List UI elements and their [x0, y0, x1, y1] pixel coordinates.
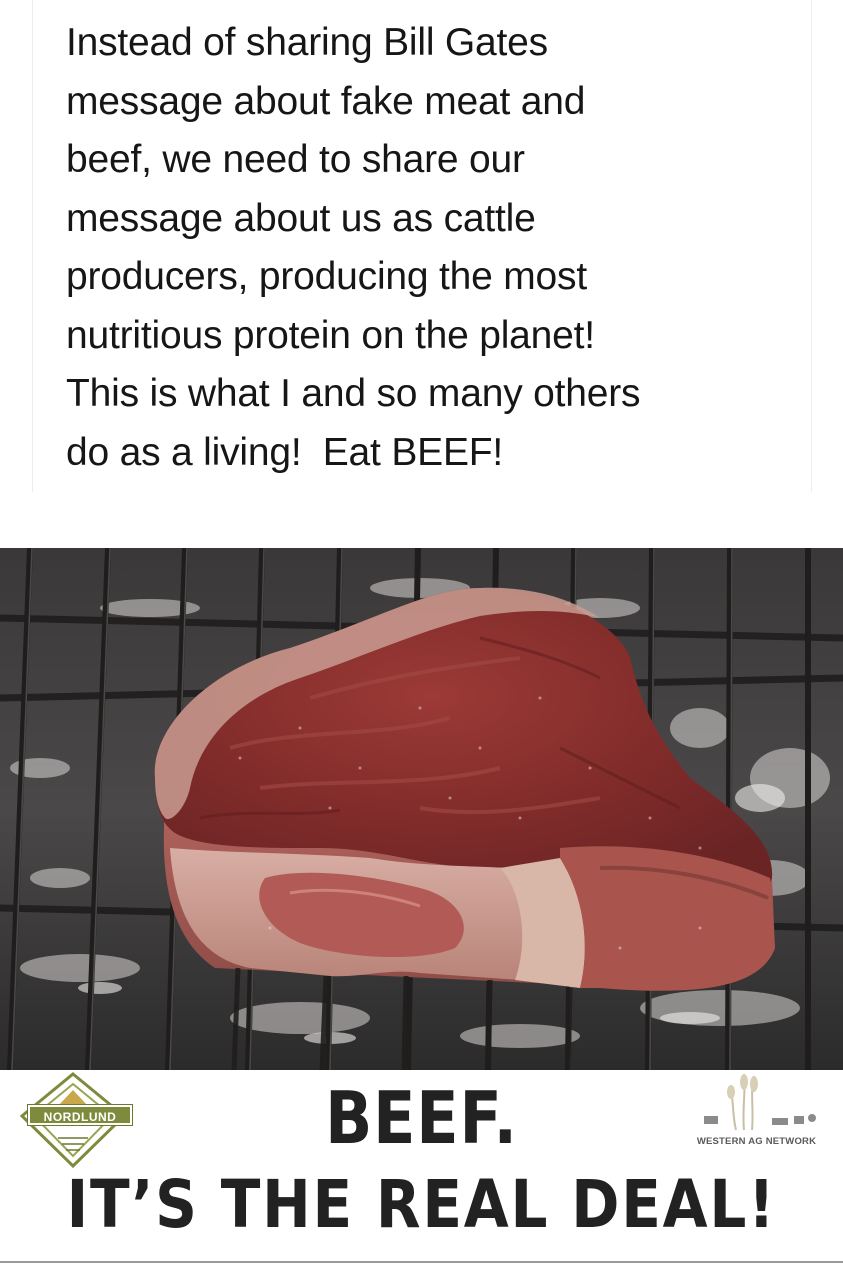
post-text: Instead of sharing Bill Gates message ab…	[66, 21, 641, 474]
steak-on-grill-illustration	[0, 548, 843, 1070]
footer-banner: NORDLUND BEEF. IT’S THE REAL DEAL! WESTE…	[0, 1070, 843, 1265]
western-ag-logo-text: WESTERN AG NETWORK	[696, 1136, 817, 1147]
steak-photo	[0, 548, 843, 1070]
western-ag-wheat-icon	[704, 1073, 816, 1131]
bottom-divider	[0, 1261, 843, 1263]
western-ag-network-logo: WESTERN AG NETWORK	[684, 1070, 829, 1170]
headline-real-deal: IT’S THE REAL DEAL!	[66, 1166, 777, 1243]
headline-beef: BEEF.	[325, 1076, 518, 1160]
